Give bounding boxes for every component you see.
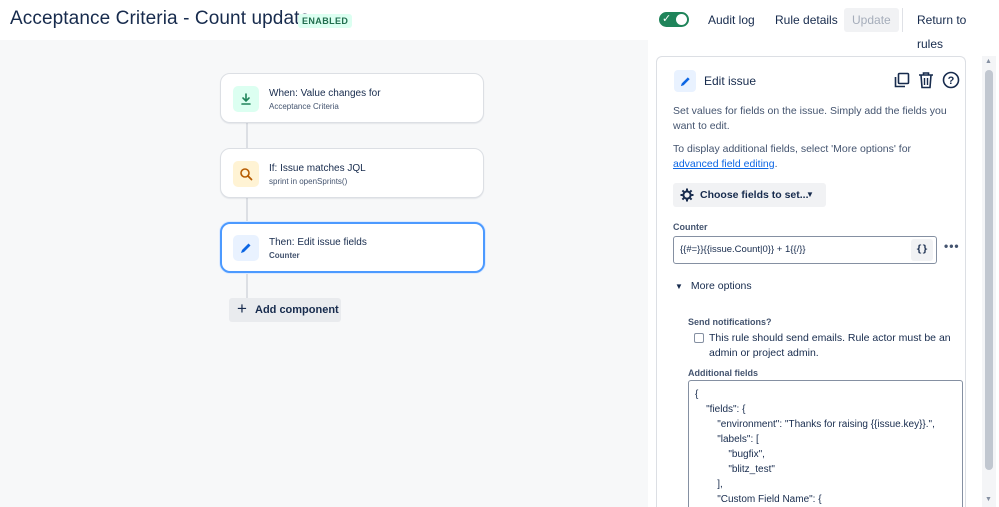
action-subtitle: Counter bbox=[269, 251, 300, 260]
update-button[interactable]: Update bbox=[844, 8, 899, 32]
trigger-subtitle: Acceptance Criteria bbox=[269, 102, 339, 111]
duplicate-icon[interactable] bbox=[894, 72, 910, 88]
display-hint-suffix: . bbox=[774, 158, 778, 170]
more-options-toggle[interactable]: ▼ More options bbox=[675, 280, 752, 292]
trash-icon[interactable] bbox=[918, 71, 934, 89]
condition-card[interactable]: If: Issue matches JQL sprint in openSpri… bbox=[220, 148, 484, 198]
panel-title: Edit issue bbox=[704, 74, 757, 88]
trigger-title: When: Value changes for bbox=[269, 88, 381, 99]
plus-icon: + bbox=[237, 299, 247, 318]
choose-fields-label: Choose fields to set... bbox=[700, 189, 809, 201]
gear-icon bbox=[680, 188, 694, 202]
scroll-up-icon[interactable]: ▲ bbox=[985, 58, 992, 65]
counter-label: Counter bbox=[673, 222, 708, 232]
send-notifications-text: This rule should send emails. Rule actor… bbox=[709, 332, 951, 359]
condition-subtitle: sprint in openSprints() bbox=[269, 177, 348, 186]
rule-details-button[interactable]: Rule details bbox=[771, 8, 842, 32]
additional-fields-label: Additional fields bbox=[688, 368, 759, 378]
toggle-knob bbox=[676, 14, 687, 25]
send-notifications-label: Send notifications? bbox=[688, 317, 772, 327]
page-title: Acceptance Criteria - Count update bbox=[10, 8, 311, 29]
return-to-rules-button[interactable]: Return to rules bbox=[913, 8, 999, 51]
scroll-down-icon[interactable]: ▼ bbox=[985, 496, 992, 503]
audit-log-button[interactable]: Audit log bbox=[704, 8, 759, 32]
chevron-down-icon: ▼ bbox=[675, 282, 683, 291]
search-icon bbox=[233, 161, 259, 187]
trigger-card[interactable]: When: Value changes for Acceptance Crite… bbox=[220, 73, 484, 123]
choose-fields-dropdown[interactable]: Choose fields to set... ▼ bbox=[673, 183, 826, 207]
header: Acceptance Criteria - Count update ENABL… bbox=[0, 0, 999, 51]
action-card[interactable]: Then: Edit issue fields Counter bbox=[220, 222, 485, 273]
add-component-button[interactable]: + Add component bbox=[229, 298, 341, 322]
display-hint-text: To display additional fields, select 'Mo… bbox=[673, 143, 912, 155]
svg-text:?: ? bbox=[948, 75, 955, 87]
status-badge: ENABLED bbox=[298, 14, 353, 28]
trigger-download-icon bbox=[233, 86, 259, 112]
help-icon[interactable]: ? bbox=[942, 71, 960, 89]
rule-enabled-toggle[interactable]: ✓ bbox=[659, 12, 689, 27]
counter-input[interactable]: {{#=}}{{issue.Count|0}} + 1{{/}} bbox=[673, 236, 937, 264]
advanced-field-editing-link[interactable]: advanced field editing bbox=[673, 158, 775, 170]
panel-scrollbar[interactable]: ▲ ▼ bbox=[982, 56, 996, 507]
pencil-icon bbox=[674, 70, 696, 92]
check-icon: ✓ bbox=[662, 13, 672, 25]
chevron-down-icon: ▼ bbox=[806, 190, 814, 199]
add-component-label: Add component bbox=[255, 304, 339, 316]
edit-issue-panel: Edit issue ? Set values for fields on th… bbox=[656, 56, 966, 507]
pencil-icon bbox=[233, 235, 259, 261]
scrollbar-thumb[interactable] bbox=[985, 70, 993, 470]
action-title: Then: Edit issue fields bbox=[269, 237, 367, 248]
smart-value-button[interactable]: {} bbox=[911, 239, 933, 261]
flow-connector bbox=[246, 123, 248, 149]
display-hint: To display additional fields, select 'Mo… bbox=[673, 142, 958, 172]
flow-connector bbox=[246, 198, 248, 222]
send-notifications-checkbox[interactable] bbox=[694, 333, 704, 343]
header-divider bbox=[902, 8, 903, 32]
flow-connector bbox=[246, 273, 248, 298]
additional-fields-textarea[interactable]: { "fields": { "environment": "Thanks for… bbox=[688, 380, 963, 507]
panel-description: Set values for fields on the issue. Simp… bbox=[673, 105, 947, 132]
more-actions-icon[interactable]: ••• bbox=[944, 239, 960, 253]
condition-title: If: Issue matches JQL bbox=[269, 163, 366, 174]
more-options-label: More options bbox=[690, 280, 752, 292]
